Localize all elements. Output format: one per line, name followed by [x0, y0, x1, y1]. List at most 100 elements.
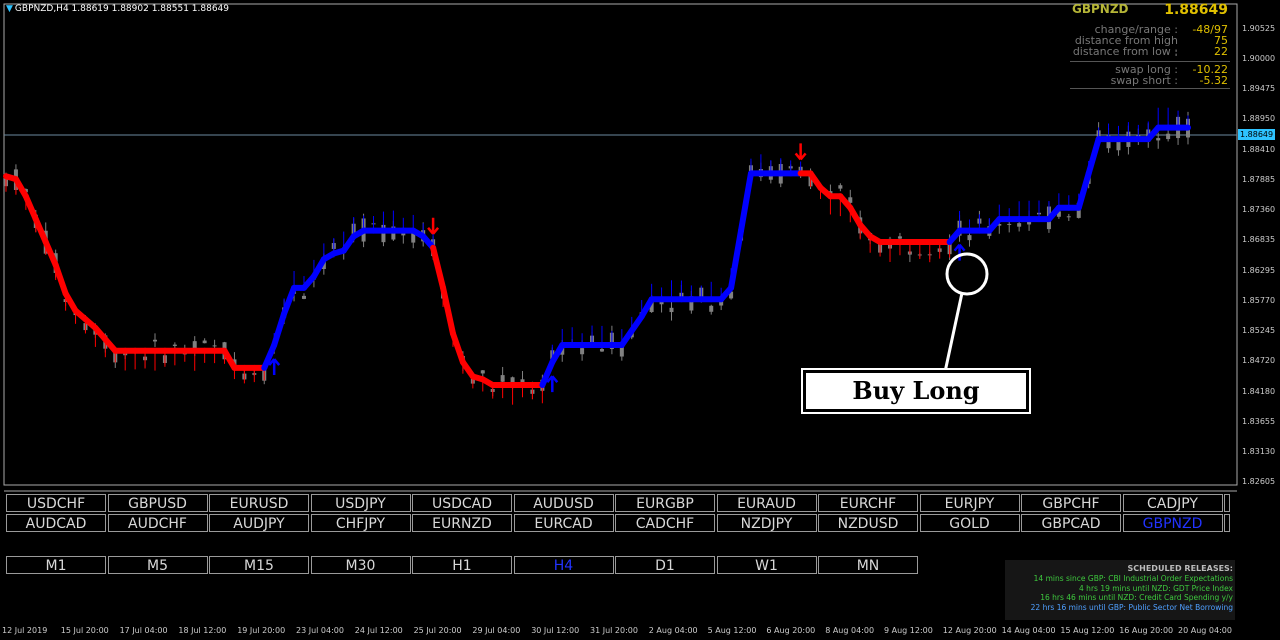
- x-tick-label: 18 Jul 12:00: [178, 626, 227, 635]
- pair-button-usdjpy[interactable]: USDJPY: [310, 494, 411, 512]
- x-tick-label: 17 Jul 04:00: [119, 626, 168, 635]
- candle-body: [709, 305, 714, 312]
- trend-segment: [1075, 170, 1092, 211]
- pair-button-gbpcad[interactable]: GBPCAD: [1021, 514, 1121, 532]
- candle-body: [967, 235, 972, 241]
- timeframe-button-mn[interactable]: MN: [818, 556, 918, 574]
- trend-segment: [738, 170, 754, 234]
- pair-button-cadchf[interactable]: CADCHF: [615, 514, 715, 532]
- timeframe-button-w1[interactable]: W1: [716, 556, 817, 574]
- x-tick-label: 12 Aug 20:00: [942, 626, 997, 635]
- pair-button-audjpy[interactable]: AUDJPY: [209, 514, 309, 532]
- y-tick-label: 1.86295: [1242, 265, 1276, 275]
- y-tick-label: 1.89475: [1242, 84, 1276, 94]
- x-tick-label: 14 Aug 04:00: [1001, 626, 1056, 635]
- info-value: -5.32: [1199, 74, 1228, 87]
- timeframe-button-m15[interactable]: M15: [209, 556, 309, 574]
- candle-body: [152, 339, 157, 342]
- scheduled-releases: SCHEDULED RELEASES: 14 mins since GBP: C…: [1005, 560, 1235, 620]
- y-tick-label: 1.87885: [1242, 175, 1276, 184]
- info-separator: [1070, 61, 1230, 62]
- pair-button-gbpchf[interactable]: GBPCHF: [1021, 494, 1121, 512]
- x-tick-label: 29 Jul 04:00: [472, 626, 521, 635]
- timeframe-button-m30[interactable]: M30: [310, 556, 411, 574]
- pair-button-usdcad[interactable]: USDCAD: [412, 494, 512, 512]
- trend-segment: [440, 284, 456, 337]
- pair-button-gbpusd[interactable]: GBPUSD: [107, 494, 208, 512]
- x-tick-label: 19 Jul 20:00: [237, 626, 286, 635]
- x-tick-label: 8 Aug 04:00: [825, 626, 875, 635]
- current-price-tag: 1.88649: [1238, 129, 1276, 140]
- trend-segment: [52, 261, 69, 297]
- y-tick-label: 1.83130: [1242, 446, 1276, 456]
- scheduled-title: SCHEDULED RELEASES:: [1127, 564, 1233, 573]
- signal-highlight-circle: [945, 252, 989, 296]
- pair-button-overflow[interactable]: [1224, 514, 1230, 532]
- trend-segment: [281, 284, 298, 317]
- pair-button-euraud[interactable]: EURAUD: [716, 494, 817, 512]
- candle-body: [202, 340, 207, 344]
- candle-body: [172, 344, 177, 346]
- timeframe-button-h4[interactable]: H4: [513, 556, 614, 574]
- x-tick-label: 6 Aug 20:00: [766, 626, 816, 635]
- pair-button-audchf[interactable]: AUDCHF: [107, 514, 208, 532]
- scheduled-event: 14 mins since GBP: CBI Industrial Order …: [1033, 574, 1233, 583]
- x-tick-label: 2 Aug 04:00: [648, 626, 698, 635]
- candle-body: [1156, 138, 1161, 141]
- info-row: swap short : -5.32: [1070, 75, 1230, 87]
- trend-segment: [430, 244, 447, 291]
- y-tick-label: 1.82605: [1242, 477, 1276, 486]
- symbol-line: GBPNZD,H4 1.88619 1.88902 1.88551 1.8864…: [14, 4, 229, 14]
- timeframe-button-m5[interactable]: M5: [107, 556, 208, 574]
- x-axis: 12 Jul 2019 15 Jul 20:00 17 Jul 04:00 18 Ju…: [0, 624, 1280, 640]
- price-chart[interactable]: [0, 0, 1280, 640]
- pair-button-eurjpy[interactable]: EURJPY: [919, 494, 1020, 512]
- trend-segment: [449, 330, 466, 366]
- pair-button-nzdusd[interactable]: NZDUSD: [818, 514, 918, 532]
- chart-header: ▼ GBPNZD,H4 1.88619 1.88902 1.88551 1.886…: [6, 4, 229, 14]
- sell-arrow-icon: [427, 217, 440, 235]
- scheduled-event: 4 hrs 19 mins until NZD: GDT Price Index: [1079, 583, 1233, 593]
- dropdown-triangle-icon[interactable]: ▼: [6, 4, 13, 14]
- timeframe-button-d1[interactable]: D1: [615, 556, 715, 574]
- y-tick-label: 1.88950: [1242, 114, 1276, 124]
- indicator-histogram-layer: [5, 107, 1189, 405]
- signal-arrows-layer: [268, 143, 966, 393]
- candle-body: [1007, 223, 1012, 225]
- timeframe-button-m1[interactable]: M1: [6, 556, 106, 574]
- trend-segment: [1085, 136, 1102, 177]
- trend-segment: [32, 216, 49, 246]
- pair-button-audusd[interactable]: AUDUSD: [513, 494, 614, 512]
- pair-button-eurnzd[interactable]: EURNZD: [412, 514, 512, 532]
- pair-button-nzdjpy[interactable]: NZDJPY: [716, 514, 817, 532]
- sell-arrow-icon: [794, 143, 807, 161]
- pair-button-usdchf[interactable]: USDCHF: [6, 494, 106, 512]
- info-symbol: GBPNZD: [1072, 2, 1129, 16]
- chart-frame: [3, 3, 1238, 486]
- candle-body: [301, 295, 306, 299]
- pair-button-cadjpy[interactable]: CADJPY: [1122, 494, 1223, 512]
- y-tick-label: 1.86835: [1242, 235, 1276, 245]
- pair-button-eurcad[interactable]: EURCAD: [513, 514, 614, 532]
- x-tick-label: 9 Aug 12:00: [884, 626, 933, 635]
- scheduled-event: 16 hrs 46 mins until NZD: Credit Card Sp…: [1040, 593, 1233, 602]
- candle-body: [669, 307, 674, 313]
- pair-button-audcad[interactable]: AUDCAD: [6, 514, 106, 532]
- pair-button-eurgbp[interactable]: EURGBP: [615, 494, 715, 512]
- pair-button-gbpnzd[interactable]: GBPNZD: [1122, 514, 1223, 532]
- x-tick-label: 16 Aug 20:00: [1119, 626, 1174, 635]
- pair-button-eurusd[interactable]: EURUSD: [209, 494, 309, 512]
- timeframe-button-h1[interactable]: H1: [412, 556, 512, 574]
- y-tick-label: 1.85770: [1242, 295, 1276, 305]
- x-tick-label: 25 Jul 20:00: [413, 626, 462, 635]
- pair-button-overflow[interactable]: [1224, 494, 1230, 512]
- pair-button-chfjpy[interactable]: CHFJPY: [310, 514, 411, 532]
- pair-button-eurchf[interactable]: EURCHF: [818, 494, 918, 512]
- y-tick-label: 1.83655: [1242, 416, 1276, 426]
- candle-body: [212, 345, 217, 347]
- info-price: 1.88649: [1164, 2, 1228, 18]
- buy-arrow-icon: [546, 375, 559, 393]
- pair-button-gold[interactable]: GOLD: [919, 514, 1020, 532]
- callout-pointer: [943, 292, 964, 373]
- candle-body: [480, 370, 485, 374]
